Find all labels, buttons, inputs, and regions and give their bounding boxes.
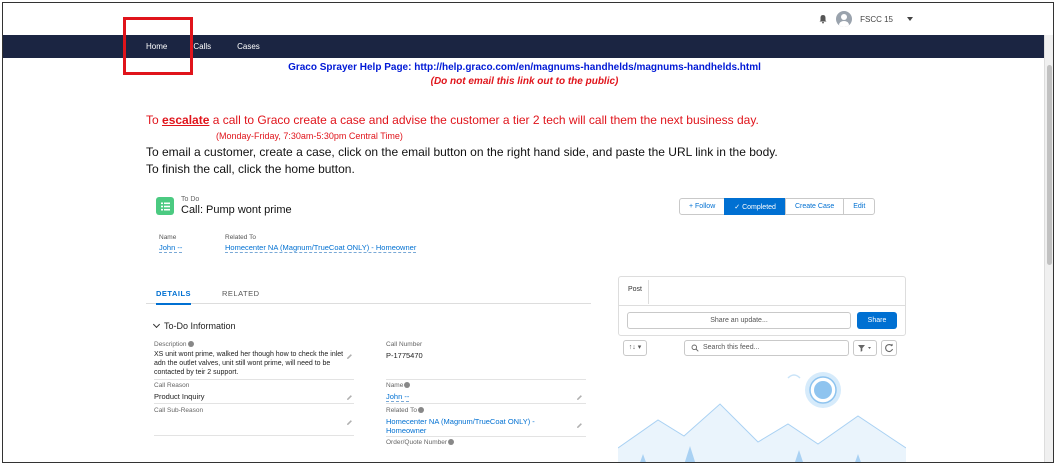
- email-instruction: To email a customer, create a case, clic…: [146, 145, 778, 159]
- record-actions: + Follow ✓ Completed Create Case Edit: [679, 198, 876, 215]
- field-divider: [386, 403, 586, 404]
- related-to-link[interactable]: Homecenter NA (Magnum/TrueCoat ONLY) - H…: [386, 417, 561, 435]
- escalate-rest: a call to Graco create a case and advise…: [209, 113, 759, 127]
- follow-button[interactable]: + Follow: [679, 198, 726, 215]
- help-page-note: (Do not email this link out to the publi…: [430, 76, 619, 87]
- edit-pencil-icon[interactable]: [346, 394, 353, 401]
- info-icon[interactable]: [187, 341, 194, 348]
- call-reason-label: Call Reason: [154, 382, 190, 389]
- highlight-name-label: Name: [159, 234, 177, 241]
- escalate-instruction: To escalate a call to Graco create a cas…: [146, 113, 759, 127]
- order-quote-label-text: Order/Quote Number: [386, 439, 448, 446]
- edit-pencil-icon[interactable]: [576, 394, 583, 401]
- edit-button[interactable]: Edit: [843, 198, 876, 215]
- record-type-label: To Do: [181, 196, 200, 203]
- help-page-link[interactable]: Graco Sprayer Help Page: http://help.gra…: [3, 62, 1046, 73]
- scroll-thumb[interactable]: [1047, 65, 1052, 265]
- refresh-icon: [885, 343, 894, 353]
- completed-button[interactable]: ✓ Completed: [724, 198, 786, 215]
- call-number-label: Call Number: [386, 341, 423, 348]
- search-feed-input[interactable]: Search this feed...: [684, 340, 849, 356]
- field-divider: [154, 403, 354, 404]
- chevron-down-icon[interactable]: [907, 17, 913, 21]
- call-number-value: P-1775470: [386, 351, 423, 360]
- bell-icon[interactable]: [818, 14, 828, 24]
- finish-instruction: To finish the call, click the home butto…: [146, 162, 355, 176]
- highlight-name-link[interactable]: John --: [159, 243, 183, 253]
- nav-cases[interactable]: Cases: [237, 42, 260, 51]
- field-divider: [386, 379, 586, 380]
- scrollbar[interactable]: [1044, 35, 1053, 462]
- sort-feed-button[interactable]: ↑↓ ▾: [623, 340, 647, 356]
- description-value: XS unit wont prime, walked her though ho…: [154, 351, 344, 376]
- user-name: FSCC 15: [860, 14, 893, 24]
- field-divider: [154, 435, 354, 436]
- record-tabs: DETAILS RELATED: [146, 286, 591, 305]
- info-icon[interactable]: [404, 382, 411, 389]
- field-divider: [386, 436, 586, 437]
- escalate-keyword: escalate: [162, 113, 210, 127]
- edit-pencil-icon[interactable]: [346, 353, 353, 360]
- todo-record-icon: [156, 197, 174, 215]
- edit-pencil-icon[interactable]: [346, 419, 353, 426]
- publisher-divider: [619, 305, 905, 306]
- support-hours: (Monday-Friday, 7:30am-5:30pm Central Ti…: [216, 131, 403, 141]
- refresh-feed-button[interactable]: [881, 340, 897, 356]
- escalate-prefix: To: [146, 113, 163, 127]
- todo-info-section[interactable]: To-Do Information: [152, 320, 236, 331]
- info-icon[interactable]: [417, 407, 424, 414]
- edit-pencil-icon[interactable]: [576, 422, 583, 429]
- search-icon: [691, 344, 699, 352]
- section-title: To-Do Information: [164, 321, 236, 331]
- avatar[interactable]: [836, 11, 853, 27]
- search-feed-placeholder: Search this feed...: [703, 344, 760, 351]
- field-divider: [154, 379, 354, 380]
- create-case-button[interactable]: Create Case: [784, 198, 845, 215]
- name-label: Name: [386, 382, 411, 389]
- order-quote-label: Order/Quote Number: [386, 439, 455, 446]
- description-label: Description: [154, 341, 194, 348]
- call-sub-reason-label: Call Sub-Reason: [154, 407, 204, 414]
- record-title: Call: Pump wont prime: [181, 204, 292, 216]
- utility-bar: FSCC 15: [818, 7, 913, 31]
- empty-feed-illustration: [618, 372, 906, 462]
- call-reason-value: Product Inquiry: [154, 392, 205, 401]
- name-label-text: Name: [386, 382, 404, 389]
- highlight-related-link[interactable]: Homecenter NA (Magnum/TrueCoat ONLY) - H…: [225, 243, 417, 253]
- tab-related[interactable]: RELATED: [222, 289, 260, 298]
- name-link[interactable]: John --: [386, 392, 410, 402]
- filter-icon: [858, 345, 871, 352]
- info-icon[interactable]: [448, 439, 455, 446]
- chatter-publisher: Post Share an update... Share: [618, 276, 906, 336]
- filter-feed-button[interactable]: [853, 340, 877, 356]
- share-button[interactable]: Share: [857, 312, 897, 329]
- app-frame: FSCC 15 Home Calls Cases Graco Sprayer H…: [2, 2, 1054, 463]
- description-label-text: Description: [154, 341, 187, 348]
- related-to-label-text: Related To: [386, 407, 417, 414]
- share-update-input[interactable]: Share an update...: [627, 312, 851, 329]
- chevron-down-icon: [152, 320, 161, 329]
- nav-calls[interactable]: Calls: [193, 42, 211, 51]
- highlight-related-label: Related To: [225, 234, 256, 241]
- tab-details[interactable]: DETAILS: [156, 289, 192, 305]
- post-tab[interactable]: Post: [622, 280, 650, 304]
- related-to-label: Related To: [386, 407, 424, 414]
